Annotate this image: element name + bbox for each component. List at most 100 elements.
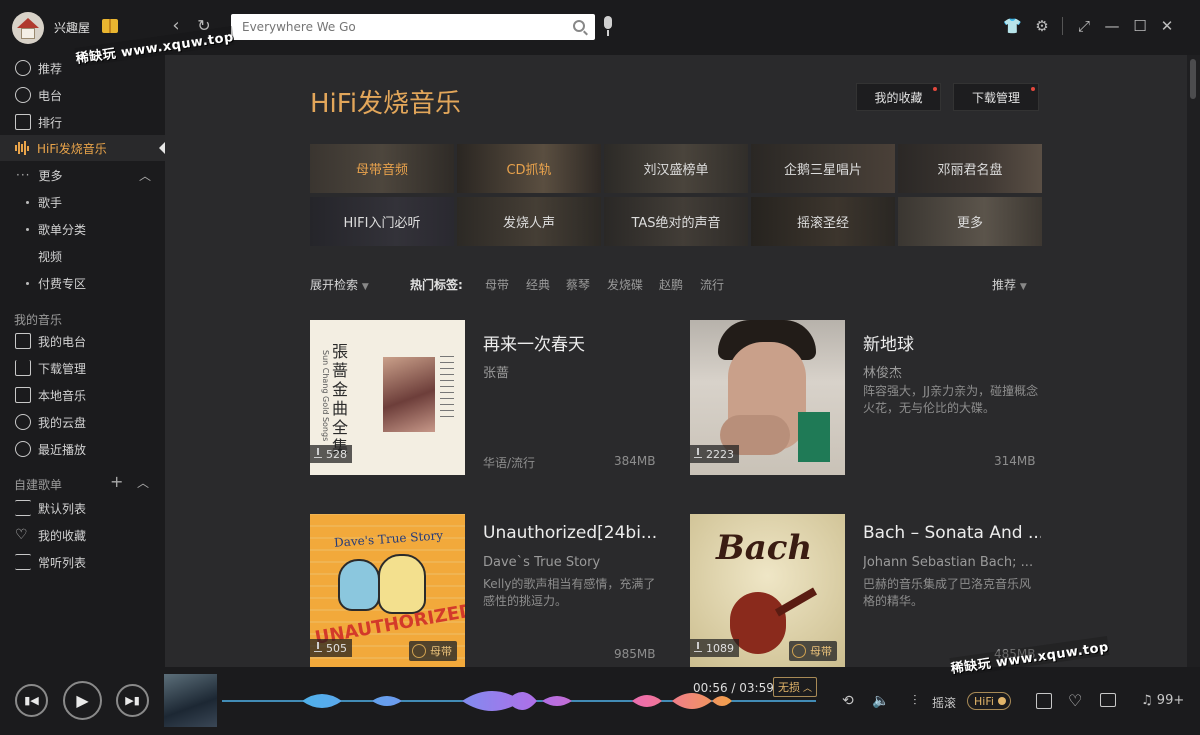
- lyrics-icon[interactable]: [1036, 693, 1052, 709]
- sidebar-item-label: 推荐: [38, 61, 63, 76]
- hot-tag[interactable]: 赵鹏: [659, 276, 683, 293]
- category-tile[interactable]: 母带音频: [310, 144, 454, 193]
- album-artist[interactable]: 张蔷: [483, 362, 658, 381]
- sidebar-item-paid[interactable]: 付费专区: [0, 270, 165, 296]
- master-badge: 母带: [409, 641, 457, 661]
- album-artist[interactable]: Dave`s True Story: [483, 555, 658, 570]
- loop-icon[interactable]: ⟲: [842, 693, 854, 709]
- badge-label: 母带: [810, 645, 832, 658]
- album-cover[interactable]: Bach 1089 母带: [690, 514, 845, 669]
- category-label: 摇滚圣经: [796, 216, 849, 231]
- skin-icon[interactable]: 👕: [1003, 17, 1022, 35]
- scrollbar-thumb[interactable]: [1190, 59, 1196, 99]
- album-cover[interactable]: Dave's True Story UNAUTHORIZED 505 母带: [310, 514, 465, 669]
- username[interactable]: 兴趣屋: [54, 19, 90, 36]
- quality-selector[interactable]: 无损 ︿: [773, 677, 818, 697]
- sidebar-item-local-music[interactable]: 本地音乐: [0, 382, 165, 408]
- hot-tags-label: 热门标签:: [410, 278, 463, 292]
- now-playing-cover[interactable]: [164, 674, 217, 727]
- category-tile[interactable]: 刘汉盛榜单: [604, 144, 748, 193]
- category-tile[interactable]: 邓丽君名盘: [898, 144, 1042, 193]
- scrollbar[interactable]: [1187, 55, 1200, 667]
- app-window: 兴趣屋 ‹ ↻ 👕 ⚙ ⤢ — ☐ ✕ 推荐 电台 排行 HiFi发烧音乐 ··…: [0, 0, 1200, 735]
- album-title[interactable]: 再来一次春天: [483, 330, 658, 355]
- download-manager-button[interactable]: 下载管理: [953, 83, 1039, 111]
- sidebar-item-singers[interactable]: 歌手: [0, 189, 165, 215]
- category-label: CD抓轨: [506, 163, 552, 178]
- sidebar-item-video[interactable]: 视频: [0, 243, 165, 269]
- album-artist[interactable]: Johann Sebastian Bach; ...: [863, 555, 1041, 570]
- download-count: 2223: [690, 445, 739, 463]
- album-title[interactable]: 新地球: [863, 330, 1038, 355]
- sort-dropdown[interactable]: 推荐 ▼: [992, 276, 1027, 293]
- sidebar-item-frequent[interactable]: 常听列表: [0, 549, 165, 575]
- sidebar-item-label: 歌单分类: [38, 222, 87, 237]
- maximize-icon[interactable]: ☐: [1131, 17, 1149, 35]
- mini-mode-icon[interactable]: ⤢: [1075, 17, 1093, 35]
- volume-icon[interactable]: 🔈: [872, 693, 889, 709]
- category-tile[interactable]: HIFI入门必听: [310, 197, 454, 246]
- sidebar-item-my-radio[interactable]: 我的电台: [0, 328, 165, 354]
- hot-tag[interactable]: 经典: [526, 276, 550, 293]
- category-label: 发烧人声: [502, 216, 555, 231]
- add-playlist-icon[interactable]: +: [110, 472, 123, 491]
- sound-effect-label[interactable]: 摇滚: [932, 694, 956, 711]
- comment-icon[interactable]: [1100, 693, 1116, 707]
- play-button[interactable]: ▶: [63, 681, 102, 720]
- download-count-value: 505: [326, 641, 347, 655]
- cover-face-right: [378, 554, 426, 614]
- hot-tag[interactable]: 母带: [485, 276, 509, 293]
- heart-icon[interactable]: ♡: [1068, 691, 1082, 710]
- playlist-count: 99+: [1156, 693, 1185, 708]
- sidebar-item-favorites[interactable]: ♡ 我的收藏: [0, 522, 165, 548]
- minimize-icon[interactable]: —: [1103, 17, 1121, 35]
- gear-icon[interactable]: ⚙: [1033, 17, 1051, 35]
- sidebar-item-radio[interactable]: 电台: [0, 82, 165, 108]
- sidebar-item-label: 排行: [38, 115, 63, 130]
- sidebar-item-downloads[interactable]: 下载管理: [0, 355, 165, 381]
- chevron-up-icon[interactable]: ︿: [139, 167, 151, 184]
- close-icon[interactable]: ✕: [1158, 17, 1176, 35]
- category-tile[interactable]: CD抓轨: [457, 144, 601, 193]
- search-input[interactable]: [231, 14, 551, 40]
- ellipsis-icon: ···: [16, 168, 31, 182]
- gift-icon[interactable]: [102, 19, 118, 33]
- main-content: HiFi发烧音乐 我的收藏 下载管理 母带音频 CD抓轨 刘汉盛榜单 企鹅三星唱…: [165, 55, 1187, 669]
- category-tile[interactable]: 企鹅三星唱片: [751, 144, 895, 193]
- album-title[interactable]: Unauthorized[24bi...: [483, 523, 661, 543]
- category-tile[interactable]: 发烧人声: [457, 197, 601, 246]
- search-icon[interactable]: [573, 20, 585, 32]
- category-tile[interactable]: TAS绝对的声音: [604, 197, 748, 246]
- album-artist[interactable]: 林俊杰: [863, 362, 1038, 381]
- category-tile[interactable]: 更多: [898, 197, 1042, 246]
- my-favorites-button[interactable]: 我的收藏: [856, 83, 941, 111]
- sidebar-item-playlist-category[interactable]: 歌单分类: [0, 216, 165, 242]
- playlist-button[interactable]: ♫ 99+: [1141, 693, 1184, 708]
- hot-tag[interactable]: 流行: [700, 276, 724, 293]
- sidebar-item-default-list[interactable]: 默认列表: [0, 495, 165, 521]
- sidebar-item-more[interactable]: ··· 更多 ︿: [0, 162, 165, 188]
- album-genre: 华语/流行: [483, 456, 536, 470]
- album-title[interactable]: Bach – Sonata And ...: [863, 523, 1041, 543]
- microphone-icon[interactable]: [602, 16, 614, 36]
- album-description: Kelly的歌声相当有感情，充满了感性的挑逗力。: [483, 577, 656, 608]
- sidebar-item-recent[interactable]: 最近播放: [0, 436, 165, 462]
- sidebar-item-label: 默认列表: [38, 501, 87, 516]
- hot-tag[interactable]: 蔡琴: [566, 276, 590, 293]
- expand-filter-button[interactable]: 展开检索 ▼: [310, 276, 369, 293]
- hifi-toggle[interactable]: HiFi: [967, 692, 1011, 710]
- sidebar-item-rank[interactable]: 排行: [0, 109, 165, 135]
- hot-tag[interactable]: 发烧碟: [607, 276, 643, 293]
- avatar[interactable]: [12, 12, 44, 44]
- chevron-up-icon[interactable]: ︿: [137, 474, 149, 491]
- category-tile[interactable]: 摇滚圣经: [751, 197, 895, 246]
- sidebar-item-hifi[interactable]: HiFi发烧音乐: [0, 135, 165, 161]
- next-button[interactable]: ▶▮: [116, 684, 149, 717]
- album-cover[interactable]: 張蔷金曲全集 Sun Chang Gold Songs 528: [310, 320, 465, 475]
- album-cover[interactable]: 2223: [690, 320, 845, 475]
- previous-button[interactable]: ▮◀: [15, 684, 48, 717]
- sidebar-item-cloud[interactable]: 我的云盘: [0, 409, 165, 435]
- sidebar: 推荐 电台 排行 HiFi发烧音乐 ··· 更多 ︿ 歌手 歌单分类 视频 付费专区…: [0, 55, 165, 667]
- equalizer-icon[interactable]: ⫶: [913, 693, 917, 709]
- chevron-down-icon: ▼: [361, 282, 369, 292]
